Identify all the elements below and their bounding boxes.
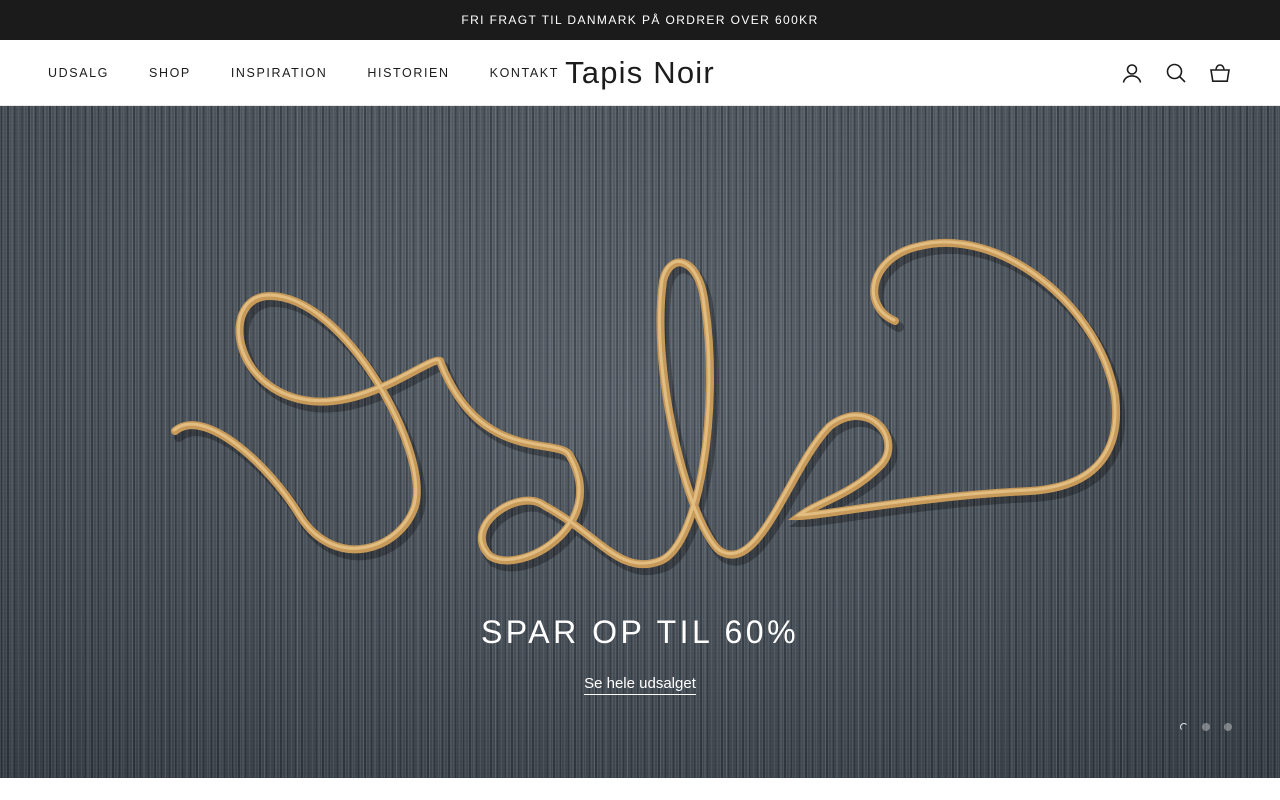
announcement-bar: FRI FRAGT TIL DANMARK PÅ ORDRER OVER 600… — [0, 0, 1280, 40]
nav-item-udsalg[interactable]: UDSALG — [48, 66, 109, 80]
slideshow-dots — [1180, 723, 1232, 731]
slide-dot-1[interactable] — [1180, 723, 1188, 731]
slide-dot-2[interactable] — [1202, 723, 1210, 731]
nav-item-shop[interactable]: SHOP — [149, 66, 191, 80]
hero-cta-wrap: Se hele udsalget — [0, 675, 1280, 695]
header-actions — [1120, 40, 1232, 106]
ribbon-shadow — [174, 243, 1126, 576]
hero-cta-link[interactable]: Se hele udsalget — [584, 675, 696, 695]
site-header: UDSALG SHOP INSPIRATION HISTORIEN KONTAK… — [0, 40, 1280, 106]
hero-banner: SPAR OP TIL 60% Se hele udsalget — [0, 106, 1280, 778]
nav-item-inspiration[interactable]: INSPIRATION — [231, 66, 328, 80]
main-nav: UDSALG SHOP INSPIRATION HISTORIEN KONTAK… — [48, 40, 559, 106]
site-logo[interactable]: Tapis Noir — [540, 40, 740, 106]
ribbon-body — [171, 238, 1121, 569]
account-icon[interactable] — [1120, 61, 1144, 85]
nav-item-historien[interactable]: HISTORIEN — [367, 66, 449, 80]
slide-dot-3[interactable] — [1224, 723, 1232, 731]
hero-title: SPAR OP TIL 60% — [480, 614, 800, 650]
cart-icon[interactable] — [1208, 61, 1232, 85]
search-icon[interactable] — [1164, 61, 1188, 85]
announcement-text: FRI FRAGT TIL DANMARK PÅ ORDRER OVER 600… — [461, 13, 819, 27]
